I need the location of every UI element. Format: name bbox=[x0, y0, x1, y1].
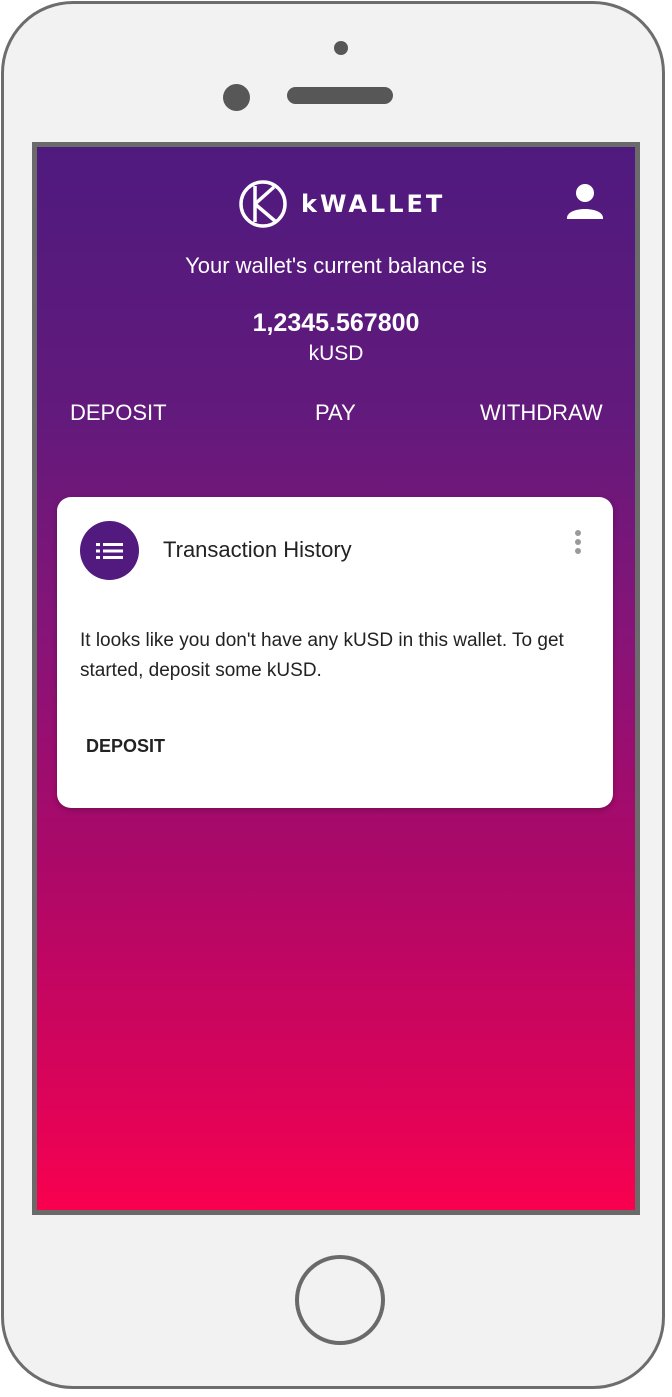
balance-amount: 1,2345.567800 bbox=[252, 309, 420, 337]
deposit-button[interactable]: DEPOSIT bbox=[70, 400, 167, 426]
card-deposit-button[interactable]: DEPOSIT bbox=[86, 736, 165, 757]
person-icon[interactable] bbox=[565, 181, 605, 221]
pay-button[interactable]: PAY bbox=[315, 400, 356, 426]
list-icon bbox=[95, 542, 123, 559]
proximity-sensor bbox=[334, 41, 348, 55]
transaction-history-card: Transaction History It looks like you do… bbox=[57, 497, 613, 808]
home-button[interactable] bbox=[295, 1255, 385, 1345]
withdraw-button[interactable]: WITHDRAW bbox=[480, 400, 603, 426]
balance-caption: Your wallet's current balance is bbox=[185, 253, 487, 278]
logo-text: kWALLET bbox=[301, 190, 446, 218]
app-logo: kWALLET bbox=[238, 178, 445, 230]
earpiece-speaker bbox=[287, 87, 393, 104]
front-camera bbox=[223, 84, 250, 111]
more-vert-icon[interactable] bbox=[570, 530, 586, 560]
empty-state-message: It looks like you don't have any kUSD in… bbox=[80, 630, 564, 681]
k-circle-logo-icon bbox=[239, 180, 287, 228]
card-avatar bbox=[80, 521, 139, 580]
card-title: Transaction History bbox=[163, 537, 352, 562]
app-screen: kWALLET Your wallet's current balance is… bbox=[32, 142, 640, 1215]
balance-unit: kUSD bbox=[308, 342, 364, 365]
